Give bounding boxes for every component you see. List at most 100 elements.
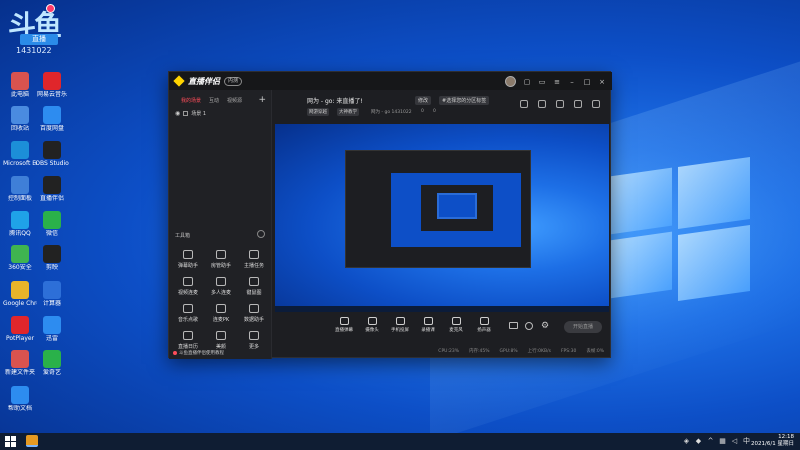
mic-button[interactable]: 麦克风 <box>445 317 467 333</box>
clock-time: 12:18 <box>778 434 794 440</box>
tutorial-notice[interactable]: 斗鱼直播伴侣使用教程 <box>173 350 224 356</box>
message-icon[interactable]: ▭ <box>538 78 546 86</box>
shield-icon[interactable]: ◈ <box>683 437 690 445</box>
menu-icon[interactable]: ≡ <box>553 78 561 86</box>
timer-icon[interactable] <box>525 322 533 330</box>
danmu-icon <box>339 317 349 325</box>
speaker-icon <box>479 317 489 325</box>
tool-item[interactable]: 连麦PK <box>207 304 235 323</box>
scene-name: 场景 1 <box>191 111 207 117</box>
desktop-icon[interactable]: 回收站 <box>3 106 37 132</box>
phone-cast-label: 手机投屏 <box>391 328 409 333</box>
desktop-icon[interactable]: 360安全 <box>3 245 37 271</box>
category-tag-button[interactable]: #选择您的分区标签 <box>439 96 490 105</box>
tool-item[interactable]: 视频连麦 <box>174 277 202 296</box>
left-panel: 我的场景 互动 视频源 + ◉ 场景 1 工具箱 弹幕助手 房管助手 主播任务 视频连… <box>169 90 272 359</box>
app-tray-icon[interactable]: ◆ <box>695 437 702 445</box>
screenshot-icon[interactable] <box>556 100 564 108</box>
camera-icon <box>367 317 377 325</box>
taskbar-app-icon[interactable] <box>26 435 38 447</box>
desktop-icon[interactable]: 微信 <box>35 211 69 237</box>
record-icon[interactable] <box>538 100 546 108</box>
tool-item[interactable]: 房管助手 <box>207 250 235 269</box>
subcategory-chip[interactable]: 大神教学 <box>337 108 359 116</box>
tool-item[interactable]: 直播日历 <box>174 331 202 350</box>
room-title[interactable]: 网为 - go: 来直播了! <box>307 96 363 105</box>
camera-button[interactable]: 摄像头 <box>361 317 383 333</box>
desktop-app-icon <box>11 72 29 90</box>
tool-item[interactable]: 主播任务 <box>240 250 268 269</box>
skin-icon[interactable]: ▢ <box>523 78 531 86</box>
tool-item[interactable]: 更多 <box>240 331 268 350</box>
tool-item[interactable]: 音乐点歌 <box>174 304 202 323</box>
desktop-app-icon <box>43 141 61 159</box>
desktop-icon[interactable]: OBS Studio <box>35 141 69 167</box>
add-scene-icon[interactable]: + <box>258 95 266 105</box>
desktop-icon[interactable]: 直播伴侣 <box>35 176 69 202</box>
desktop-icon[interactable]: 控制面板 <box>3 176 37 202</box>
volume-icon[interactable]: ◁ <box>731 437 738 445</box>
tool-icon <box>216 304 226 313</box>
desktop-icon[interactable]: PotPlayer <box>3 316 37 342</box>
desktop-icon[interactable]: 迅雷 <box>35 316 69 342</box>
go-live-button[interactable]: 开始直播 <box>564 321 602 333</box>
speaker-button[interactable]: 扬声器 <box>473 317 495 333</box>
chevron-up-icon[interactable]: ^ <box>707 437 714 445</box>
eye-icon[interactable]: ◉ <box>175 110 180 117</box>
tools-collapse-icon[interactable] <box>257 230 265 238</box>
desktop-icon-label: Google Chrome <box>3 300 37 307</box>
desktop-icon[interactable]: 剪映 <box>35 245 69 271</box>
tool-icon <box>216 250 226 259</box>
scene-item[interactable]: ◉ 场景 1 <box>169 104 271 117</box>
tab-sources[interactable]: 视频源 <box>227 97 242 104</box>
tab-interact[interactable]: 互动 <box>209 97 219 104</box>
desktop-app-icon <box>11 281 29 299</box>
stream-preview[interactable] <box>275 124 609 312</box>
close-icon[interactable]: × <box>598 78 606 86</box>
desktop-icon[interactable]: 新建文件夹 <box>3 350 37 376</box>
nested-preview-window <box>345 150 531 268</box>
tool-icon <box>183 250 193 259</box>
tab-scenes[interactable]: 我的场景 <box>181 97 201 104</box>
status-memory: 内存:45% <box>468 349 490 354</box>
settings-icon[interactable]: ⚙ <box>541 321 549 331</box>
danmu-button[interactable]: 直播弹幕 <box>333 317 355 333</box>
app-titlebar[interactable]: 直播伴侣 内测 ▢ ▭ ≡ – □ × <box>169 72 612 90</box>
lock-icon[interactable] <box>183 111 189 116</box>
tool-item[interactable]: 数据助手 <box>240 304 268 323</box>
tool-item[interactable]: 美颜 <box>207 331 235 350</box>
edit-title-button[interactable]: 修改 <box>415 96 432 105</box>
desktop-app-icon <box>11 176 29 194</box>
bell-icon[interactable] <box>574 100 582 108</box>
tool-item[interactable]: 多人连麦 <box>207 277 235 296</box>
user-avatar[interactable] <box>505 76 516 87</box>
desktop-icon[interactable]: 腾讯QQ <box>3 211 37 237</box>
desktop-icon[interactable]: 百度网盘 <box>35 106 69 132</box>
desktop-icon[interactable]: 爱奇艺 <box>35 350 69 376</box>
maximize-icon[interactable]: □ <box>583 78 591 86</box>
clock[interactable]: 12:18 2021/6/1 星期日 <box>751 434 794 448</box>
layout-icon[interactable] <box>520 100 528 108</box>
desktop-icon[interactable]: 网易云音乐 <box>35 72 69 98</box>
tool-label: 房管助手 <box>210 263 231 269</box>
desktop-app-icon <box>11 141 29 159</box>
phone-cast-button[interactable]: 手机投屏 <box>389 317 411 333</box>
desktop-icon[interactable]: 计算器 <box>35 281 69 307</box>
version-badge[interactable]: 内测 <box>224 76 243 86</box>
tool-item[interactable]: 弹幕助手 <box>174 250 202 269</box>
network-icon[interactable]: ▦ <box>719 437 726 445</box>
video-icon[interactable] <box>509 322 518 329</box>
tool-item[interactable]: 键鼠图 <box>240 277 268 296</box>
desktop-icon[interactable]: 此电脑 <box>3 72 37 98</box>
ime-icon[interactable]: 中 <box>743 437 750 445</box>
course-button[interactable]: 录播课 <box>417 317 439 333</box>
share-icon[interactable] <box>592 100 600 108</box>
status-gpu: GPU:8% <box>499 348 518 354</box>
minimize-icon[interactable]: – <box>568 78 576 86</box>
start-button[interactable] <box>5 436 16 447</box>
desktop-icon[interactable]: 帮助文档 <box>3 386 37 412</box>
desktop-icon[interactable]: Google Chrome <box>3 281 37 307</box>
desktop-icon[interactable]: Microsoft Edge <box>3 141 37 167</box>
category-chip[interactable]: 网游穿越 <box>307 108 329 116</box>
live-assistant-window[interactable]: 直播伴侣 内测 ▢ ▭ ≡ – □ × 我的场景 互动 视频源 + ◉ 场景 1… <box>168 71 612 359</box>
